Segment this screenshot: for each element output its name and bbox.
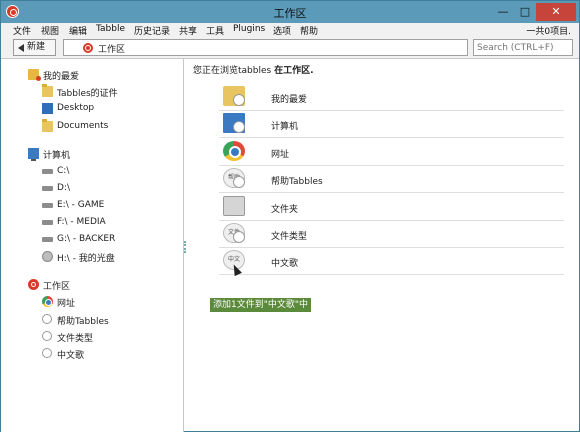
menu-help[interactable]: 帮助 (300, 24, 318, 37)
drive-icon (42, 169, 53, 174)
workspace-icon (83, 43, 93, 53)
maximize-button[interactable]: □ (514, 3, 536, 21)
list-item[interactable]: 网址 (219, 139, 564, 166)
back-arrow-icon (18, 44, 24, 52)
web-icon (42, 296, 53, 307)
desktop-icon (42, 103, 53, 114)
badge-circle-icon (233, 94, 245, 106)
sidebar-item-label: Desktop (57, 103, 95, 113)
close-button[interactable]: ✕ (536, 3, 576, 21)
sidebar-item-label: 文件类型 (57, 334, 94, 344)
menu-options[interactable]: 选项 (273, 24, 291, 37)
menu-share[interactable]: 共享 (179, 24, 197, 37)
sidebar: 我的最爱 Tabbles的证件 Desktop Documents 计算机 C:… (1, 59, 184, 432)
address-text: 工作区 (98, 45, 126, 55)
menu-bar: 文件 视图 编辑 Tabble 历史记录 共享 工具 Plugins 选项 帮助… (1, 23, 579, 38)
computer-icon (28, 148, 39, 161)
search-box[interactable] (473, 39, 573, 56)
list-item[interactable]: 帮助 帮助Tabbles (219, 166, 564, 193)
drive-icon (42, 237, 53, 242)
list-item-label: 文件夹 (271, 205, 299, 215)
heading-prefix: 您正在浏览tabbles (193, 66, 272, 76)
list-item[interactable]: 文件 文件类型 (219, 221, 564, 248)
sidebar-item-label: Tabbles的证件 (57, 89, 118, 99)
list-item-label: 中文歌 (271, 259, 299, 269)
list-item[interactable]: 计算机 (219, 111, 564, 138)
sidebar-item-label: 网址 (57, 299, 76, 309)
address-bar[interactable]: 工作区 (63, 39, 468, 56)
new-button-label: 新建 (27, 42, 46, 52)
list-item[interactable]: 文件夹 (219, 194, 564, 221)
new-button[interactable]: 新建 (13, 39, 56, 56)
drop-tooltip: 添加1文件到"中文歌"中 (210, 298, 312, 312)
tabble-icon (42, 314, 52, 324)
list-item-label: 文件类型 (271, 232, 308, 242)
favorites-folder-icon (28, 69, 41, 81)
sidebar-item-label: D:\ (57, 183, 70, 193)
search-input[interactable] (477, 41, 571, 54)
badge-circle-icon (233, 121, 245, 133)
menu-view[interactable]: 视图 (41, 24, 59, 37)
badge-circle-icon (233, 231, 245, 243)
item-count: 一共0项目. (526, 27, 571, 37)
tabble-icon (42, 331, 52, 341)
sidebar-item-label: Documents (57, 121, 109, 131)
folder-icon (42, 119, 53, 132)
folder-icon (223, 196, 245, 216)
app-window: 工作区 — □ ✕ 文件 视图 编辑 Tabble 历史记录 共享 工具 Plu… (0, 0, 580, 432)
minimize-button[interactable]: — (492, 3, 514, 21)
sidebar-item-label: H:\ - 我的光盘 (57, 254, 115, 264)
toolbar: 新建 工作区 (1, 38, 579, 58)
list-item[interactable]: 我的最爱 (219, 84, 564, 111)
sidebar-item-label: G:\ - BACKER (57, 234, 116, 244)
title-bar[interactable]: 工作区 — □ ✕ (1, 1, 579, 23)
sidebar-item-label: 工作区 (43, 282, 71, 292)
sidebar-item-label: 计算机 (43, 151, 71, 161)
menu-tools[interactable]: 工具 (206, 24, 224, 37)
workspace-icon (28, 279, 39, 290)
sidebar-item-label: C:\ (57, 166, 70, 176)
menu-tabble[interactable]: Tabble (96, 24, 125, 34)
list-item-label: 计算机 (271, 122, 299, 132)
browse-heading: 您正在浏览tabbles 在工作区. (193, 63, 314, 76)
content-area: 我的最爱 Tabbles的证件 Desktop Documents 计算机 C:… (1, 58, 579, 432)
drive-icon (42, 203, 53, 208)
main-pane: 您正在浏览tabbles 在工作区. 我的最爱 计算机 网址 帮助 帮助Tabb… (185, 59, 579, 432)
cd-drive-icon (42, 251, 53, 262)
badge-circle-icon (233, 176, 245, 188)
menu-file[interactable]: 文件 (13, 24, 31, 37)
list-item-label: 我的最爱 (271, 95, 308, 105)
drive-icon (42, 186, 53, 191)
sidebar-item-label: F:\ - MEDIA (57, 217, 106, 227)
sidebar-item-label: 中文歌 (57, 351, 85, 361)
sidebar-item-label: 我的最爱 (43, 72, 80, 82)
drive-icon (42, 220, 53, 225)
list-item-label: 网址 (271, 150, 290, 160)
heading-location: 在工作区. (274, 66, 314, 76)
menu-history[interactable]: 历史记录 (134, 24, 170, 37)
list-item[interactable]: 中文 中文歌 (219, 248, 564, 275)
sidebar-item-label: E:\ - GAME (57, 200, 105, 210)
list-item-label: 帮助Tabbles (271, 177, 323, 187)
menu-plugins[interactable]: Plugins (233, 24, 265, 34)
menu-edit[interactable]: 编辑 (69, 24, 87, 37)
folder-icon (42, 84, 53, 97)
sidebar-item-label: 帮助Tabbles (57, 317, 109, 327)
web-icon (223, 141, 245, 161)
tabble-icon (42, 348, 52, 358)
